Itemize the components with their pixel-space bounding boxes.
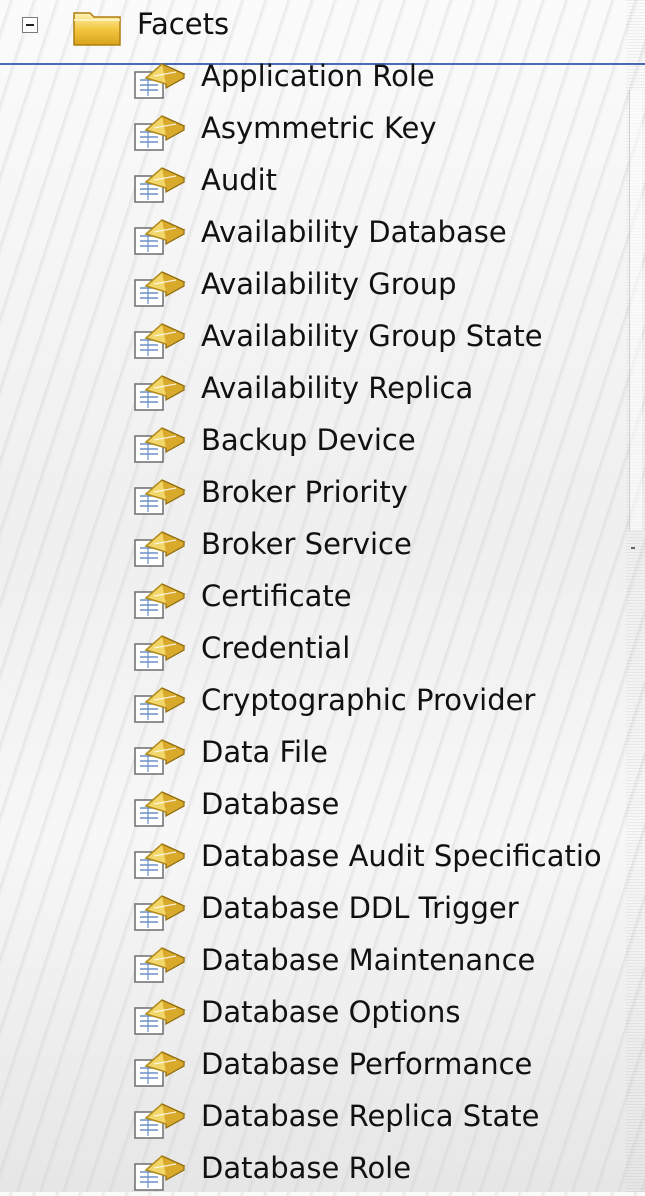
facet-document-icon: [132, 994, 188, 1036]
tree-item-facet[interactable]: Database Performance: [0, 1040, 645, 1092]
facet-document-icon: [132, 942, 188, 984]
facet-document-icon: [132, 318, 188, 360]
tree-item-facet[interactable]: Certificate: [0, 572, 645, 624]
tree-item-facet[interactable]: Broker Priority: [0, 468, 645, 520]
tree-item-facet[interactable]: Availability Replica: [0, 364, 645, 416]
tree-item-label: Database Performance: [201, 1047, 533, 1081]
tree-item-facet[interactable]: Availability Group State: [0, 312, 645, 364]
facet-document-icon: [132, 526, 188, 568]
tree-item-label: Audit: [201, 163, 278, 197]
tree-item-facet[interactable]: Availability Database: [0, 208, 645, 260]
facet-document-icon: [132, 58, 188, 100]
tree-item-facet[interactable]: Data File: [0, 728, 645, 780]
facet-document-icon: [132, 474, 188, 516]
facet-document-icon: [132, 578, 188, 620]
tree-item-label: Database Options: [201, 995, 461, 1029]
facet-document-icon: [132, 682, 188, 724]
facet-document-icon: [132, 266, 188, 308]
tree-item-label: Data File: [201, 735, 328, 769]
tree-item-facet[interactable]: Credential: [0, 624, 645, 676]
facet-document-icon: [132, 1150, 188, 1192]
tree-item-facet[interactable]: Database Options: [0, 988, 645, 1040]
facet-document-icon: [132, 786, 188, 828]
tree-item-facet[interactable]: Database Replica State: [0, 1092, 645, 1144]
tree-item-label: Backup Device: [201, 423, 416, 457]
tree-item-facet[interactable]: Backup Device: [0, 416, 645, 468]
tree-item-facet[interactable]: Database: [0, 780, 645, 832]
facet-document-icon: [132, 162, 188, 204]
tree-item-label: Broker Priority: [201, 475, 408, 509]
folder-icon: [73, 12, 121, 46]
tree-item-label: Certificate: [201, 579, 352, 613]
tree-item-facet[interactable]: Cryptographic Provider: [0, 676, 645, 728]
tree-item-facet[interactable]: Availability Group: [0, 260, 645, 312]
facet-document-icon: [132, 734, 188, 776]
tree-item-facet[interactable]: Database DDL Trigger: [0, 884, 645, 936]
tree-item-facet[interactable]: Database Audit Specificatio: [0, 832, 645, 884]
facet-document-icon: [132, 370, 188, 412]
facet-document-icon: [132, 1046, 188, 1088]
tree-item-label: Cryptographic Provider: [201, 683, 536, 717]
tree-item-label: Credential: [201, 631, 351, 665]
scrollbar-grip: [631, 547, 635, 549]
tree-item-label: Availability Replica: [201, 371, 474, 405]
tree-item-label: Broker Service: [201, 527, 412, 561]
facets-tree: Facets Application Role Asymmetric Key Aud…: [0, 0, 645, 1192]
tree-node-label: Facets: [137, 7, 230, 41]
tree-item-label: Asymmetric Key: [201, 111, 437, 145]
tree-item-facet[interactable]: Database Role: [0, 1144, 645, 1196]
tree-item-facet[interactable]: Database Maintenance: [0, 936, 645, 988]
tree-item-facet[interactable]: Asymmetric Key: [0, 104, 645, 156]
facet-document-icon: [132, 110, 188, 152]
tree-item-label: Availability Group State: [201, 319, 543, 353]
facet-document-icon: [132, 422, 188, 464]
collapse-minus-icon[interactable]: [22, 17, 38, 33]
facet-document-icon: [132, 630, 188, 672]
facet-document-icon: [132, 890, 188, 932]
tree-item-label: Database Replica State: [201, 1099, 540, 1133]
facet-document-icon: [132, 1098, 188, 1140]
tree-item-facet[interactable]: Audit: [0, 156, 645, 208]
vertical-scrollbar[interactable]: [626, 0, 645, 1192]
tree-item-facet[interactable]: Broker Service: [0, 520, 645, 572]
tree-item-label: Availability Group: [201, 267, 457, 301]
tree-item-label: Database: [201, 787, 340, 821]
tree-item-label: Database Role: [201, 1151, 412, 1185]
tree-item-facet[interactable]: Application Role: [0, 52, 645, 104]
tree-node-facets[interactable]: Facets: [0, 0, 645, 52]
tree-item-label: Database Maintenance: [201, 943, 536, 977]
facet-document-icon: [132, 838, 188, 880]
tree-item-label: Database Audit Specificatio: [201, 839, 602, 873]
tree-item-label: Database DDL Trigger: [201, 891, 519, 925]
tree-item-label: Application Role: [201, 59, 435, 93]
tree-item-label: Availability Database: [201, 215, 507, 249]
facet-document-icon: [132, 214, 188, 256]
scrollbar-thumb[interactable]: [629, 90, 642, 530]
